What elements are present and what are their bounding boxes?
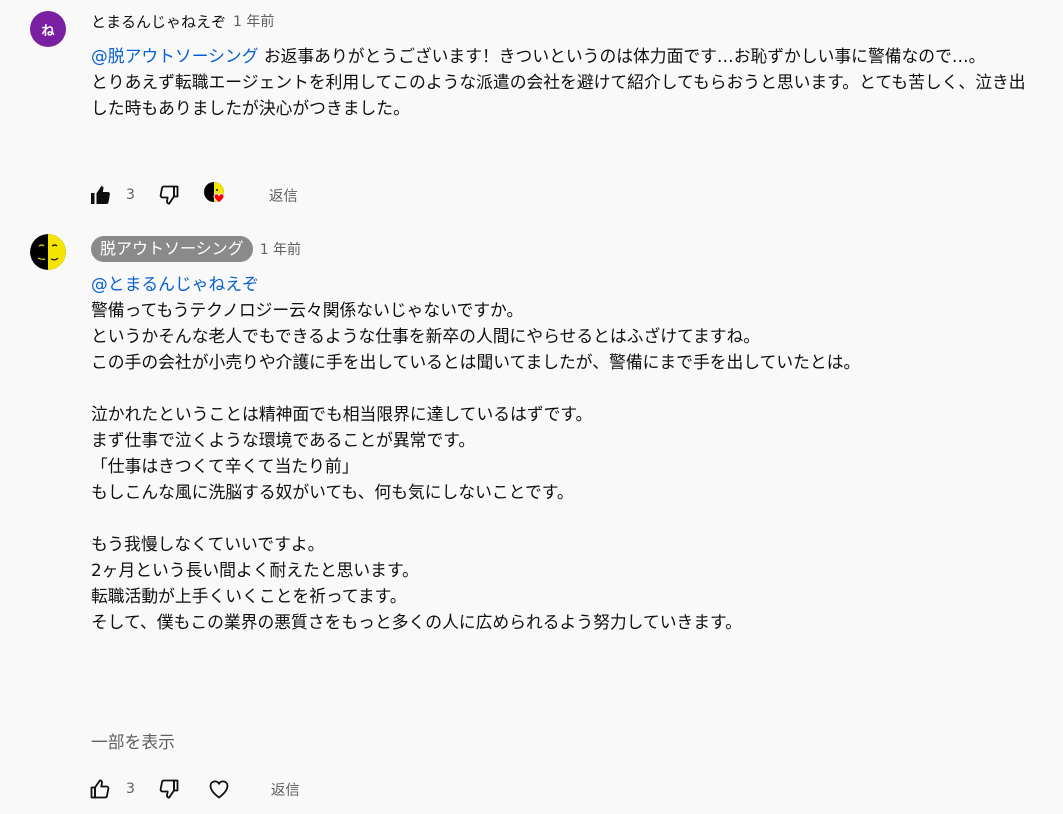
comment-line: 「仕事はきつくて辛くて当たり前」 (91, 456, 359, 476)
thumbs-up-filled-icon[interactable] (88, 183, 112, 207)
author-name[interactable]: とまるんじゃねえぞ (91, 11, 226, 32)
comment-line: 泣かれたということは精神面でも相当限界に達しているはずです。 (91, 404, 593, 424)
avatar-letter: ね (41, 23, 55, 39)
creator-badge[interactable]: 脱アウトソーシング (91, 236, 253, 262)
mention-line: @とまるんじゃねえぞ (91, 271, 1033, 297)
like-count: 3 (126, 781, 135, 797)
reply-button[interactable]: 返信 (271, 779, 300, 800)
comment-text-part: お返事ありがとうございます！きついというのは体力面です…お恥ずかしい事に警備なの… (258, 46, 986, 66)
mention-link[interactable]: @とまるんじゃねえぞ (91, 274, 259, 294)
comment-text-rest: とりあえず転職エージェントを利用してこのような派遣の会社を避けて紹介してもらおう… (91, 72, 1026, 118)
comment-line: もしこんな風に洗脳する奴がいても、何も気にしないことです。 (91, 482, 574, 502)
show-more-button[interactable]: 一部を表示 (91, 729, 175, 753)
comment-line: まず仕事で泣くような環境であることが異常です。 (91, 430, 476, 450)
comment-text: 警備ってもうテクノロジー云々関係ないじゃないですか。というかそんな老人でもできる… (91, 297, 1033, 635)
thumbs-down-icon[interactable] (157, 777, 181, 801)
comment-line: 転職活動が上手くいくことを祈ってます。 (91, 586, 407, 606)
heart-outline-icon[interactable] (207, 777, 231, 801)
comment-line: そして、僕もこの業界の悪質さをもっと多くの人に広められるよう努力していきます。 (91, 612, 742, 632)
comment-text: @脱アウトソーシング お返事ありがとうございます！きついというのは体力面です…お… (91, 43, 1033, 69)
timestamp[interactable]: 1 年前 (260, 239, 301, 259)
comment-header: とまるんじゃねえぞ 1 年前 (91, 8, 1033, 34)
avatar[interactable] (30, 234, 66, 270)
comment-line (91, 375, 1033, 401)
moon-face-avatar-icon (30, 234, 66, 270)
comment-line: もう我慢しなくていいですよ。 (91, 534, 325, 554)
avatar[interactable]: ね (30, 11, 66, 47)
timestamp[interactable]: 1 年前 (233, 11, 274, 31)
comment-actions: 3 返信 (88, 182, 298, 207)
comment-line: この手の会社が小売りや介護に手を出しているとは聞いてましたが、警備にまで手を出し… (91, 352, 861, 372)
comment-actions: 3 返信 (88, 777, 300, 801)
comment-line: 警備ってもうテクノロジー云々関係ないじゃないですか。 (91, 300, 524, 320)
comment-line: 2ヶ月という長い間よく耐えたと思います。 (91, 560, 419, 580)
like-count: 3 (126, 187, 135, 203)
reply-button[interactable]: 返信 (269, 185, 298, 206)
comment-line: というかそんな老人でもできるような仕事を新卒の人間にやらせるとはふざけてますね。 (91, 326, 761, 346)
comment-header: 脱アウトソーシング 1 年前 (91, 236, 1033, 262)
mention-link[interactable]: @脱アウトソーシング (91, 46, 258, 66)
creator-heart-icon[interactable] (203, 182, 229, 207)
thumbs-up-outline-icon[interactable] (88, 777, 112, 801)
comment-line (91, 505, 1033, 531)
thumbs-down-icon[interactable] (157, 183, 181, 207)
